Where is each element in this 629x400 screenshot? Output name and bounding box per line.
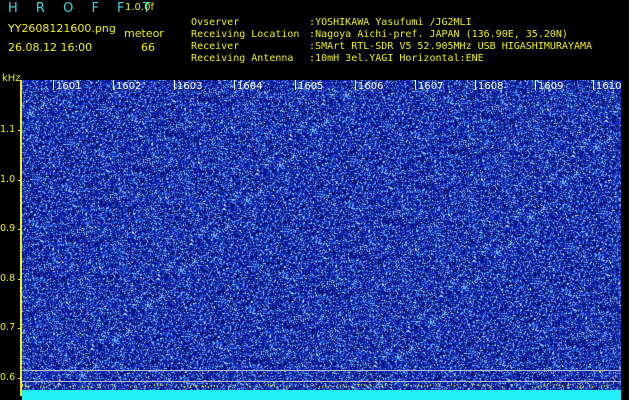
x-tick-label: 1605 xyxy=(298,81,324,92)
y-tick xyxy=(18,130,22,131)
x-tick xyxy=(234,80,235,90)
y-tick xyxy=(18,180,22,181)
y-tick xyxy=(18,279,22,280)
x-tick xyxy=(415,80,416,90)
right-border xyxy=(621,80,629,400)
y-tick-label: 0.6 xyxy=(0,372,16,383)
x-tick xyxy=(475,80,476,90)
y-tick-label: 0.7 xyxy=(0,322,16,333)
date-time: 26.08.12 16:00 xyxy=(8,41,93,54)
x-tick-label: 1601 xyxy=(56,81,82,92)
x-tick-label: 1609 xyxy=(538,81,564,92)
x-tick-label: 1603 xyxy=(177,81,203,92)
meteor-label: meteor xyxy=(124,27,164,40)
x-tick-label: 1607 xyxy=(418,81,444,92)
y-tick xyxy=(18,229,22,230)
y-tick-label: 1.0 xyxy=(0,174,16,185)
y-tick-label: 0.9 xyxy=(0,223,16,234)
y-tick-label: 1.1 xyxy=(0,124,16,135)
meteor-count: 66 xyxy=(141,41,155,54)
file-name: YY2608121600.png xyxy=(8,22,116,35)
y-axis-line xyxy=(20,80,22,396)
spectrogram-noise xyxy=(22,80,621,396)
x-tick xyxy=(593,80,594,90)
info-value: :10mH 3el.YAGI Horizontal:ENE xyxy=(309,53,484,64)
x-tick xyxy=(295,80,296,90)
info-antenna: Receiving Antenna :10mH 3el.YAGI Horizont… xyxy=(179,42,484,64)
x-tick xyxy=(535,80,536,90)
info-label: Receiving Antenna xyxy=(191,53,294,64)
x-tick-label: 1610 xyxy=(596,81,622,92)
bottom-signal-band xyxy=(22,390,621,400)
x-tick-label: 1602 xyxy=(116,81,142,92)
x-tick xyxy=(113,80,114,90)
x-tick-label: 1608 xyxy=(478,81,504,92)
reference-line xyxy=(22,370,621,371)
x-tick xyxy=(355,80,356,90)
y-axis-unit: kHz xyxy=(2,73,21,84)
app-version: 1.0.0f xyxy=(125,2,154,13)
spectrogram xyxy=(22,80,621,396)
x-tick xyxy=(53,80,54,90)
x-tick xyxy=(174,80,175,90)
x-tick-label: 1604 xyxy=(237,81,263,92)
y-tick xyxy=(18,378,22,379)
y-tick xyxy=(18,328,22,329)
y-tick-label: 0.8 xyxy=(0,273,16,284)
reference-line xyxy=(22,381,621,382)
x-tick-label: 1606 xyxy=(358,81,384,92)
